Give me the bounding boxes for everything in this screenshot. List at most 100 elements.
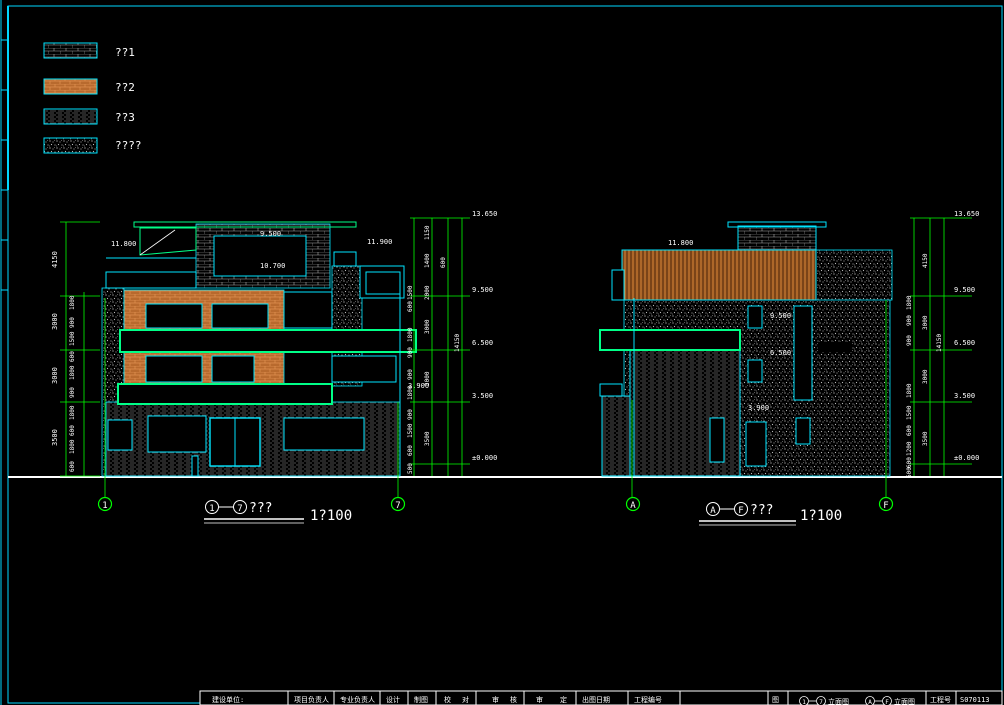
left-right-small-3: 600 xyxy=(407,301,414,312)
right-small-7: 1200 xyxy=(906,441,913,456)
left-title-axis-end: 7 xyxy=(237,504,242,514)
tb-cell-5: 制图 xyxy=(414,695,428,704)
cad-drawing-canvas: ??1 ??2 ??3 ???? 11.800 9.500 10.700 11.… xyxy=(0,0,1003,705)
right-dim-1: 13.650 xyxy=(954,210,979,218)
right-title-suffix: ??? xyxy=(750,503,773,518)
right-small-9: 600 xyxy=(906,467,913,478)
left-level-label-1: 11.800 xyxy=(111,240,136,248)
right-axis-end: F xyxy=(883,501,888,511)
left-right-small-9: 1500 xyxy=(407,423,414,438)
left-right-seg-1: 1150 xyxy=(424,225,431,240)
right-seg-2: 3000 xyxy=(922,315,929,330)
left-right-seg-5: 3000 xyxy=(424,371,431,386)
right-seg-4: 3500 xyxy=(922,431,929,446)
tb-cell-4: 设计 xyxy=(386,695,400,704)
legend-label-4: ???? xyxy=(115,139,142,152)
right-title-scale: 1?100 xyxy=(800,508,842,524)
right-elevation xyxy=(599,221,893,477)
left-right-small-1: 600 xyxy=(440,257,447,268)
tb-axis-2-start: A xyxy=(868,699,872,705)
tb-cell-1: 建设单位: xyxy=(212,695,244,704)
left-right-small-7: 1800 xyxy=(407,385,414,400)
right-elevation-title: A F ??? 1?100 xyxy=(699,502,842,526)
right-small-6: 600 xyxy=(906,425,913,436)
left-right-seg-2: 1400 xyxy=(424,253,431,268)
tb-cell-9: 核 xyxy=(510,695,517,704)
left-level-label-3: 10.700 xyxy=(260,262,285,270)
left-axis-end: 7 xyxy=(395,501,400,511)
left-small-4: 600 xyxy=(69,351,76,362)
right-seg-5: 14150 xyxy=(936,334,943,352)
right-level-label-1: 11.800 xyxy=(668,239,693,247)
left-small-10: 600 xyxy=(69,461,76,472)
right-small-2: 900 xyxy=(906,315,913,326)
right-dim-2: 9.500 xyxy=(954,286,975,294)
left-right-dim-5: ±0.000 xyxy=(472,454,497,462)
right-seg-1: 4150 xyxy=(922,253,929,268)
left-small-2: 900 xyxy=(69,317,76,328)
tb-cell-6: 校 xyxy=(444,695,451,704)
left-title-axis-start: 1 xyxy=(209,504,214,514)
title-block: 建设单位: 项目负责人 专业负责人 设计 制图 校 对 审 核 审 定 出图日期… xyxy=(199,690,1003,705)
tb-axis-1-end: 7 xyxy=(819,699,823,705)
tb-cell-17: 工程号 xyxy=(930,695,951,704)
left-right-seg-6: 3500 xyxy=(424,431,431,446)
left-right-small-5: 900 xyxy=(407,347,414,358)
legend-item-4: ???? xyxy=(43,137,142,154)
tb-cell-11: 定 xyxy=(560,695,567,704)
right-title-axis-start: A xyxy=(710,506,716,516)
legend-item-1: ??1 xyxy=(43,42,135,59)
left-right-dim-2: 9.500 xyxy=(472,286,493,294)
left-small-1: 1800 xyxy=(69,295,76,310)
left-axis-start: 1 xyxy=(102,501,107,511)
left-elevation xyxy=(101,221,417,497)
left-level-label-2: 9.500 xyxy=(260,230,281,238)
right-seg-3: 3000 xyxy=(922,369,929,384)
legend-item-2: ??2 xyxy=(43,78,135,95)
left-title-scale: 1?100 xyxy=(310,508,352,524)
tb-axis-2-end: F xyxy=(885,699,889,705)
tb-cell-14: 图 xyxy=(772,696,779,704)
left-right-small-11: 500 xyxy=(407,463,414,474)
left-elevation-right-dims xyxy=(410,217,470,476)
right-small-8: 600 xyxy=(906,457,913,468)
right-small-5: 1500 xyxy=(906,405,913,420)
tb-cell-7: 对 xyxy=(462,695,469,704)
left-dim-3: 3000 xyxy=(51,367,59,384)
right-title-axis-end: F xyxy=(738,506,743,516)
left-dim-1: 4150 xyxy=(51,251,59,268)
tb-cell-8: 审 xyxy=(492,695,499,704)
left-right-dim-1: 13.650 xyxy=(472,210,497,218)
tb-cell-15: 立面图 xyxy=(828,697,849,705)
right-axis-start: A xyxy=(630,501,636,511)
legend-label-2: ??2 xyxy=(115,81,135,94)
right-level-label-3: 6.500 xyxy=(770,349,791,357)
right-dim-4: 3.500 xyxy=(954,392,975,400)
tb-cell-13: 工程编号 xyxy=(634,695,662,704)
legend-label-3: ??3 xyxy=(115,111,135,124)
left-elevation-left-dim-text: 4150 3000 3000 3500 1800 900 1500 600 18… xyxy=(51,251,76,472)
left-right-small-8: 900 xyxy=(407,409,414,420)
right-level-label-2: 3.900 xyxy=(748,404,769,412)
tb-cell-3: 专业负责人 xyxy=(340,695,375,704)
left-small-9: 1800 xyxy=(69,439,76,454)
tb-axis-pair-2: A F 立面图 xyxy=(865,696,915,705)
legend-item-3: ??3 xyxy=(43,108,135,125)
left-dim-4: 3500 xyxy=(51,429,59,446)
right-level-label-4: 9.500 xyxy=(770,312,791,320)
left-right-dim-4: 3.500 xyxy=(472,392,493,400)
left-elevation-left-dims xyxy=(60,221,100,477)
left-small-8: 600 xyxy=(69,425,76,436)
left-right-small-2: 1500 xyxy=(407,285,414,300)
left-right-seg-4: 3000 xyxy=(424,319,431,334)
left-right-seg-7: 14150 xyxy=(454,334,461,352)
left-small-6: 900 xyxy=(69,387,76,398)
right-small-3: 900 xyxy=(906,335,913,346)
left-small-5: 1800 xyxy=(69,365,76,380)
left-level-label-4: 11.900 xyxy=(367,238,392,246)
legend-label-1: ??1 xyxy=(115,46,135,59)
material-legend: ??1 ??2 ??3 ???? xyxy=(43,42,142,154)
left-elevation-title: 1 7 ??? 1?100 xyxy=(204,500,352,524)
right-elevation-dim-text: 13.650 9.500 6.500 3.500 ±0.000 4150 300… xyxy=(906,210,979,478)
left-elevation-right-dim-text: 13.650 9.500 6.500 3.500 ±0.000 1150 140… xyxy=(407,210,497,474)
